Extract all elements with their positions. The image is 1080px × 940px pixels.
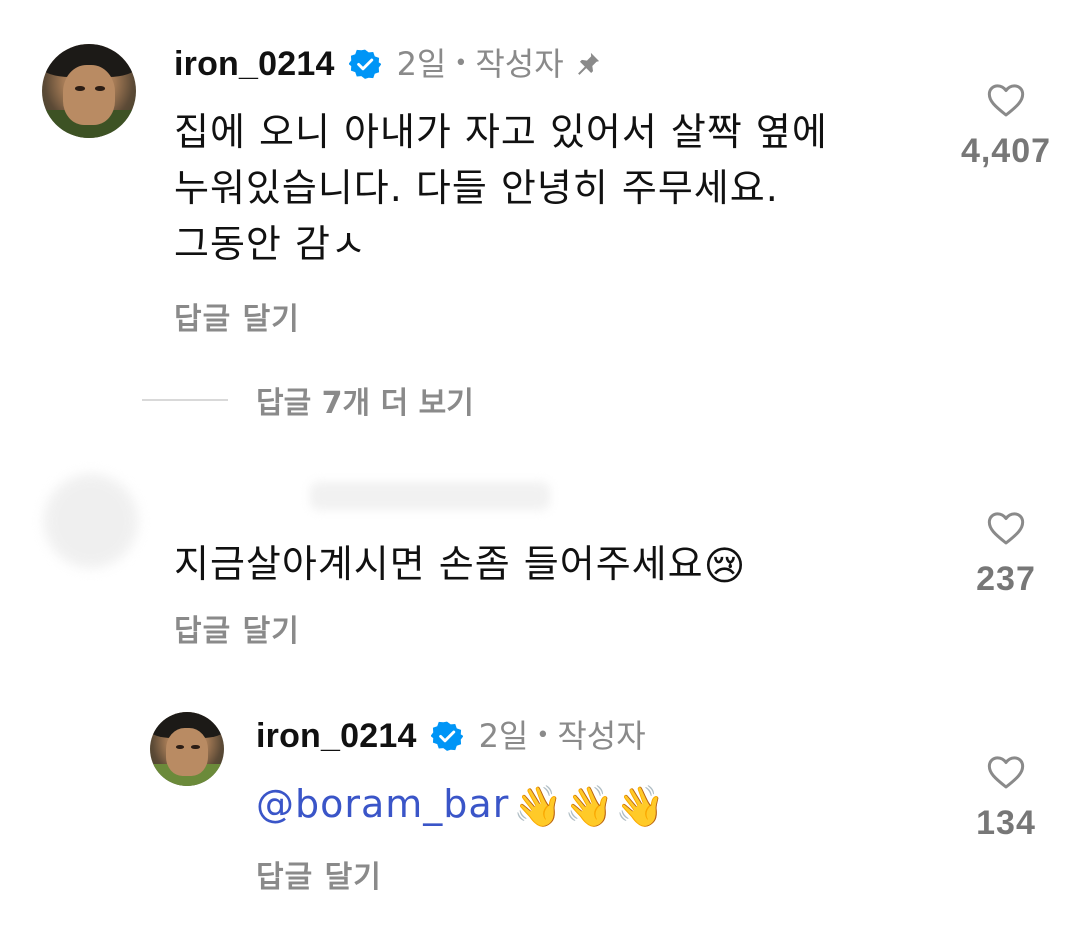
divider-line [142, 399, 228, 401]
verified-icon [348, 49, 381, 79]
comment-line: 집에 오니 아내가 자고 있어서 살짝 옆에 [174, 110, 828, 154]
comment-text: @boram_bar 👋👋👋 [256, 776, 666, 835]
avatar[interactable] [150, 712, 224, 786]
reply-button[interactable]: 답글 달기 [174, 294, 300, 338]
like-count: 237 [976, 560, 1036, 598]
comment-line: 누워있습니다. 다들 안녕히 주무세요. [174, 166, 779, 210]
reply-button[interactable]: 답글 달기 [256, 852, 382, 896]
mention-link[interactable]: @boram_bar [256, 782, 509, 826]
comment-body: 지금살아계시면 손좀 들어주세요 [174, 542, 704, 586]
author-badge: 작성자 [475, 45, 564, 83]
crying-face-emoji: 😢 [703, 543, 747, 590]
like-button[interactable]: 4,407 [946, 80, 1066, 171]
waving-hand-emoji: 👋👋👋 [513, 783, 666, 830]
view-more-replies[interactable]: 답글 7개 더 보기 [142, 378, 474, 422]
reply-button[interactable]: 답글 달기 [174, 606, 300, 650]
author-badge: 작성자 [557, 717, 646, 755]
comment-time: 2일 [478, 717, 529, 755]
blurred-username [310, 482, 550, 510]
username[interactable]: iron_0214 [174, 44, 335, 84]
separator-dot: • [454, 51, 468, 76]
comment-text: 지금살아계시면 손좀 들어주세요😢 [174, 536, 746, 595]
heart-icon[interactable] [986, 752, 1026, 792]
like-count: 4,407 [960, 132, 1052, 170]
username[interactable]: iron_0214 [256, 716, 417, 756]
comment-header: iron_0214 2일 • 작성자 [256, 716, 646, 756]
separator-dot: • [536, 723, 550, 748]
comment-line: 그동안 감ㅅ [174, 222, 367, 266]
comment-text: 집에 오니 아내가 자고 있어서 살짝 옆에 누워있습니다. 다들 안녕히 주무… [174, 104, 828, 272]
view-more-replies-label[interactable]: 답글 7개 더 보기 [256, 378, 474, 422]
like-button[interactable]: 237 [946, 508, 1066, 599]
comment-header: iron_0214 2일 • 작성자 [174, 44, 602, 84]
heart-icon[interactable] [986, 508, 1026, 548]
comment-time: 2일 [396, 45, 447, 83]
verified-icon [430, 721, 463, 751]
avatar[interactable] [42, 44, 136, 138]
like-count: 134 [976, 804, 1036, 842]
heart-icon[interactable] [986, 80, 1026, 120]
avatar[interactable] [44, 474, 138, 568]
comments-panel: iron_0214 2일 • 작성자 집에 오니 아내가 자고 있어서 살짝 옆… [0, 0, 1080, 940]
pin-icon [577, 52, 599, 75]
like-button[interactable]: 134 [946, 752, 1066, 843]
